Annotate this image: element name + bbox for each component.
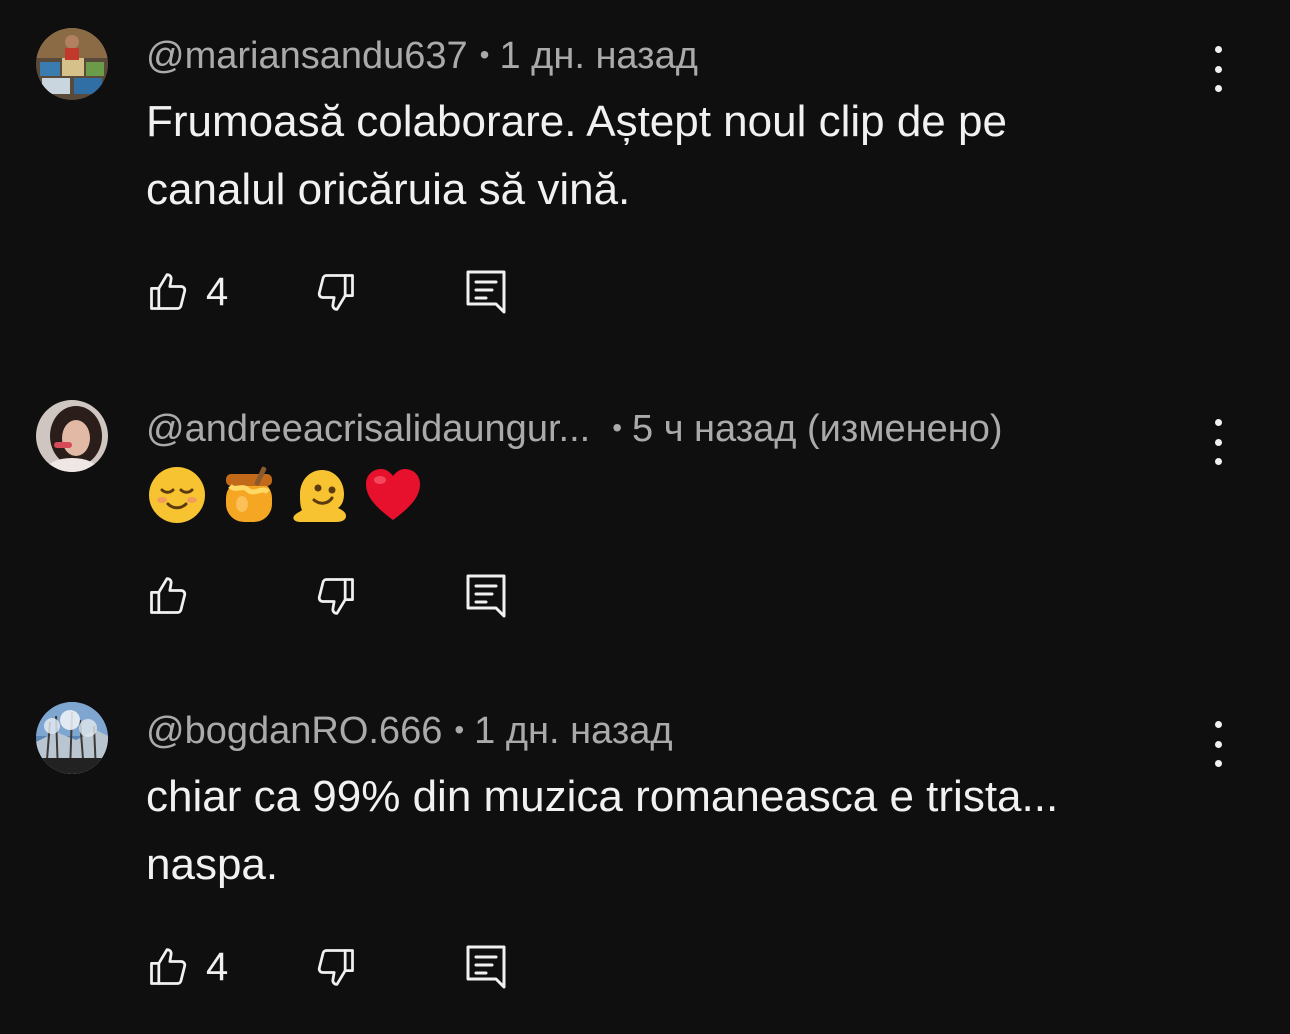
more-options-button[interactable] — [1203, 721, 1233, 767]
comment-text: chiar ca 99% din muzica romaneasca e tri… — [146, 763, 1226, 899]
separator-dot: • — [454, 714, 465, 745]
reply-icon — [466, 574, 506, 618]
more-vert-icon — [1214, 46, 1222, 53]
like-button[interactable]: 4 — [146, 943, 228, 991]
reply-button[interactable] — [464, 572, 508, 620]
comment-meta: @andreeacrisalidaungur... • 5 ч назад (изм… — [146, 410, 1002, 448]
melting-face-emoji — [290, 464, 352, 526]
like-button[interactable] — [146, 572, 206, 620]
thumb-up-icon — [150, 577, 187, 614]
dislike-button[interactable] — [314, 268, 358, 316]
like-count: 4 — [206, 945, 229, 989]
thumb-down-icon — [317, 578, 354, 615]
thumb-down-icon — [317, 274, 354, 311]
more-vert-icon — [1214, 419, 1222, 426]
honey-pot-emoji — [218, 464, 280, 526]
separator-dot: • — [479, 39, 490, 70]
more-vert-icon — [1214, 721, 1222, 728]
author-name[interactable]: @mariansandu637 — [146, 35, 468, 77]
comment-emoji-row — [146, 464, 424, 526]
comment-text-line: chiar ca 99% din muzica romaneasca e tri… — [146, 772, 1059, 821]
reply-button[interactable] — [464, 943, 508, 991]
avatar[interactable] — [36, 702, 108, 774]
author-name[interactable]: @bogdanRO.666 — [146, 710, 442, 752]
author-name[interactable]: @andreeacrisalidaungur... — [146, 408, 590, 450]
comment-text-line: naspa. — [146, 840, 279, 889]
reply-icon — [466, 270, 506, 314]
avatar[interactable] — [36, 28, 108, 100]
like-button[interactable]: 4 — [146, 268, 228, 316]
thumb-up-icon — [150, 948, 187, 985]
more-options-button[interactable] — [1203, 419, 1233, 465]
comment-text-line: Frumoasă colaborare. Aștept noul clip de… — [146, 97, 1007, 146]
dislike-button[interactable] — [314, 943, 358, 991]
avatar[interactable] — [36, 400, 108, 472]
like-count: 4 — [206, 270, 229, 314]
comment-timestamp[interactable]: 1 дн. назад — [499, 35, 697, 77]
comment-timestamp[interactable]: 5 ч назад (изменено) — [632, 408, 1002, 450]
reply-icon — [466, 945, 506, 989]
dislike-button[interactable] — [314, 572, 358, 620]
separator-dot: • — [612, 412, 622, 443]
comment-meta: @mariansandu637 • 1 дн. назад — [146, 37, 698, 75]
thumb-up-icon — [150, 273, 187, 310]
comment-text-line: canalul oricăruia să vină. — [146, 165, 631, 214]
comment-text: Frumoasă colaborare. Aștept noul clip de… — [146, 88, 1226, 224]
thumb-down-icon — [317, 949, 354, 986]
reply-button[interactable] — [464, 268, 508, 316]
comment-meta: @bogdanRO.666 • 1 дн. назад — [146, 712, 673, 750]
comment-timestamp[interactable]: 1 дн. назад — [474, 710, 672, 752]
more-options-button[interactable] — [1203, 46, 1233, 92]
relieved-face-emoji — [146, 464, 208, 526]
red-heart-emoji — [362, 464, 424, 526]
